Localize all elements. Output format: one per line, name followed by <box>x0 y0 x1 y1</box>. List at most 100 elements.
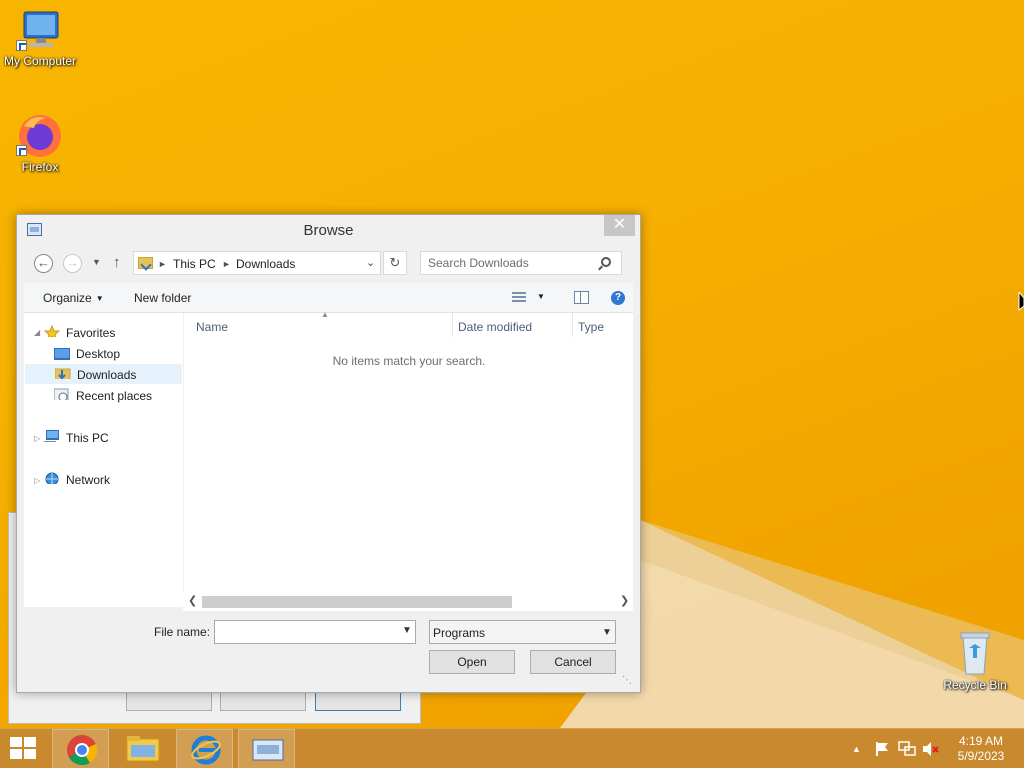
cancel-button[interactable]: Cancel <box>530 650 616 674</box>
column-divider[interactable] <box>572 313 573 337</box>
taskbar-clock[interactable]: 4:19 AM 5/9/2023 <box>945 734 1017 764</box>
taskbar-internet-explorer[interactable] <box>176 729 233 768</box>
downloads-folder-icon <box>55 368 71 379</box>
windows-logo-icon <box>24 737 36 747</box>
recent-locations-dropdown[interactable]: ▼ <box>92 257 101 267</box>
desktop-icon-firefox[interactable]: Firefox <box>0 112 80 174</box>
nav-this-pc-label: This PC <box>66 431 109 445</box>
dialog-title: Browse <box>303 222 354 239</box>
cursor-icon <box>1018 292 1024 312</box>
search-icon[interactable] <box>601 257 611 267</box>
view-list-icon <box>512 296 526 298</box>
taskbar-file-explorer[interactable] <box>114 729 171 768</box>
forward-button[interactable]: → <box>63 254 82 273</box>
clock-date: 5/9/2023 <box>957 749 1005 763</box>
show-hidden-icons-button[interactable]: ▲ <box>852 744 861 754</box>
sort-ascending-icon: ▲ <box>321 310 329 319</box>
desktop-icon-my-computer[interactable]: My Computer <box>0 10 80 68</box>
window-app-icon <box>252 739 284 761</box>
breadcrumb-separator-icon[interactable]: ► <box>158 259 167 269</box>
refresh-button[interactable]: ↻ <box>383 251 407 275</box>
action-center-flag-icon[interactable] <box>874 741 890 757</box>
up-button[interactable]: ↑ <box>113 254 121 271</box>
column-header-name[interactable]: Name <box>196 320 228 334</box>
new-folder-label: New folder <box>134 291 192 305</box>
expand-arrow-icon[interactable]: ▷ <box>34 434 40 443</box>
network-icon <box>45 472 59 484</box>
scroll-right-icon[interactable]: ❯ <box>620 594 629 607</box>
refresh-icon: ↻ <box>389 255 401 270</box>
breadcrumb-downloads[interactable]: Downloads <box>236 257 295 271</box>
star-icon <box>44 325 60 337</box>
nav-favorites[interactable]: Favorites <box>44 323 179 343</box>
recycle-bin-icon <box>960 632 990 675</box>
command-toolbar: Organize ▼ New folder ▼ ? <box>24 283 633 313</box>
nav-downloads[interactable]: Downloads <box>25 364 182 384</box>
nav-recent-places[interactable]: Recent places <box>54 386 179 406</box>
start-button[interactable] <box>10 737 38 761</box>
breadcrumb-this-pc[interactable]: This PC <box>173 257 216 271</box>
organize-button[interactable]: Organize ▼ <box>43 291 104 305</box>
desktop-icon-label: Firefox <box>21 160 59 174</box>
shortcut-arrow-icon <box>16 40 27 51</box>
desktop-icon-recycle-bin[interactable]: Recycle Bin <box>935 630 1015 692</box>
open-button[interactable]: Open <box>429 650 515 674</box>
taskbar: ▲ 4:19 AM 5/9/2023 <box>0 728 1024 768</box>
desktop-folder-icon <box>54 348 70 360</box>
dialog-titlebar[interactable]: Browse ✕ <box>17 215 640 245</box>
nav-favorites-label: Favorites <box>66 326 116 340</box>
empty-folder-message: No items match your search. <box>332 354 486 368</box>
close-icon: ✕ <box>612 216 627 233</box>
browse-dialog: Browse ✕ ← → ▼ ↑ ► This PC ► Downloads ⌄… <box>16 214 641 693</box>
file-type-select[interactable]: Programs ▼ <box>429 620 616 644</box>
chevron-down-icon: ▼ <box>602 627 612 638</box>
close-button[interactable]: ✕ <box>604 215 635 236</box>
column-divider[interactable] <box>452 313 453 337</box>
nav-this-pc[interactable]: This PC <box>44 428 179 448</box>
horizontal-scrollbar[interactable]: ❮ ❯ <box>183 593 633 611</box>
windows-logo-icon <box>24 749 36 759</box>
organize-label: Organize <box>43 291 92 305</box>
taskbar-chrome[interactable] <box>52 729 109 768</box>
nav-desktop-label: Desktop <box>76 347 121 361</box>
volume-muted-icon[interactable] <box>922 741 940 757</box>
scroll-left-icon[interactable]: ❮ <box>188 594 197 607</box>
chevron-down-icon[interactable]: ▼ <box>402 625 412 636</box>
caret-down-icon: ▼ <box>95 294 104 303</box>
file-list-pane[interactable]: ▲ Name Date modified Type No items match… <box>183 310 633 607</box>
nav-downloads-label: Downloads <box>77 368 137 382</box>
view-list-icon <box>512 300 526 302</box>
file-name-label: File name: <box>154 625 211 639</box>
expand-arrow-icon[interactable]: ◢ <box>34 328 40 337</box>
nav-desktop[interactable]: Desktop <box>54 344 179 364</box>
address-bar[interactable]: ► This PC ► Downloads ⌄ <box>133 251 381 275</box>
preview-pane-button[interactable] <box>574 291 589 304</box>
nav-network[interactable]: Network <box>44 470 179 490</box>
recent-places-icon <box>54 388 69 400</box>
view-options-dropdown[interactable]: ▼ <box>537 292 545 301</box>
desktop-icon-label: My Computer <box>3 54 77 68</box>
clock-time: 4:19 AM <box>958 734 1004 748</box>
file-name-input[interactable] <box>214 620 416 644</box>
back-button[interactable]: ← <box>34 254 53 273</box>
arrow-left-icon: ← <box>37 255 50 270</box>
resize-grip-icon[interactable]: ⋱ <box>622 675 632 686</box>
file-type-value: Programs <box>433 626 486 640</box>
view-list-icon <box>512 292 526 294</box>
change-view-button[interactable] <box>512 292 526 303</box>
windows-logo-icon <box>10 749 22 759</box>
search-input[interactable] <box>420 251 622 275</box>
new-folder-button[interactable]: New folder <box>134 291 191 305</box>
column-header-date-modified[interactable]: Date modified <box>458 320 532 334</box>
expand-arrow-icon[interactable]: ▷ <box>34 476 40 485</box>
desktop-icon-label: Recycle Bin <box>943 678 1007 692</box>
network-tray-icon[interactable] <box>898 741 916 757</box>
chrome-icon <box>67 735 98 766</box>
taskbar-browse-window[interactable] <box>238 729 295 768</box>
breadcrumb-separator-icon[interactable]: ► <box>222 259 231 269</box>
scrollbar-thumb[interactable] <box>202 596 512 608</box>
help-icon[interactable]: ? <box>611 291 625 305</box>
column-header-type[interactable]: Type <box>578 320 604 334</box>
downloads-folder-icon <box>138 257 153 269</box>
chevron-down-icon[interactable]: ⌄ <box>366 256 375 269</box>
